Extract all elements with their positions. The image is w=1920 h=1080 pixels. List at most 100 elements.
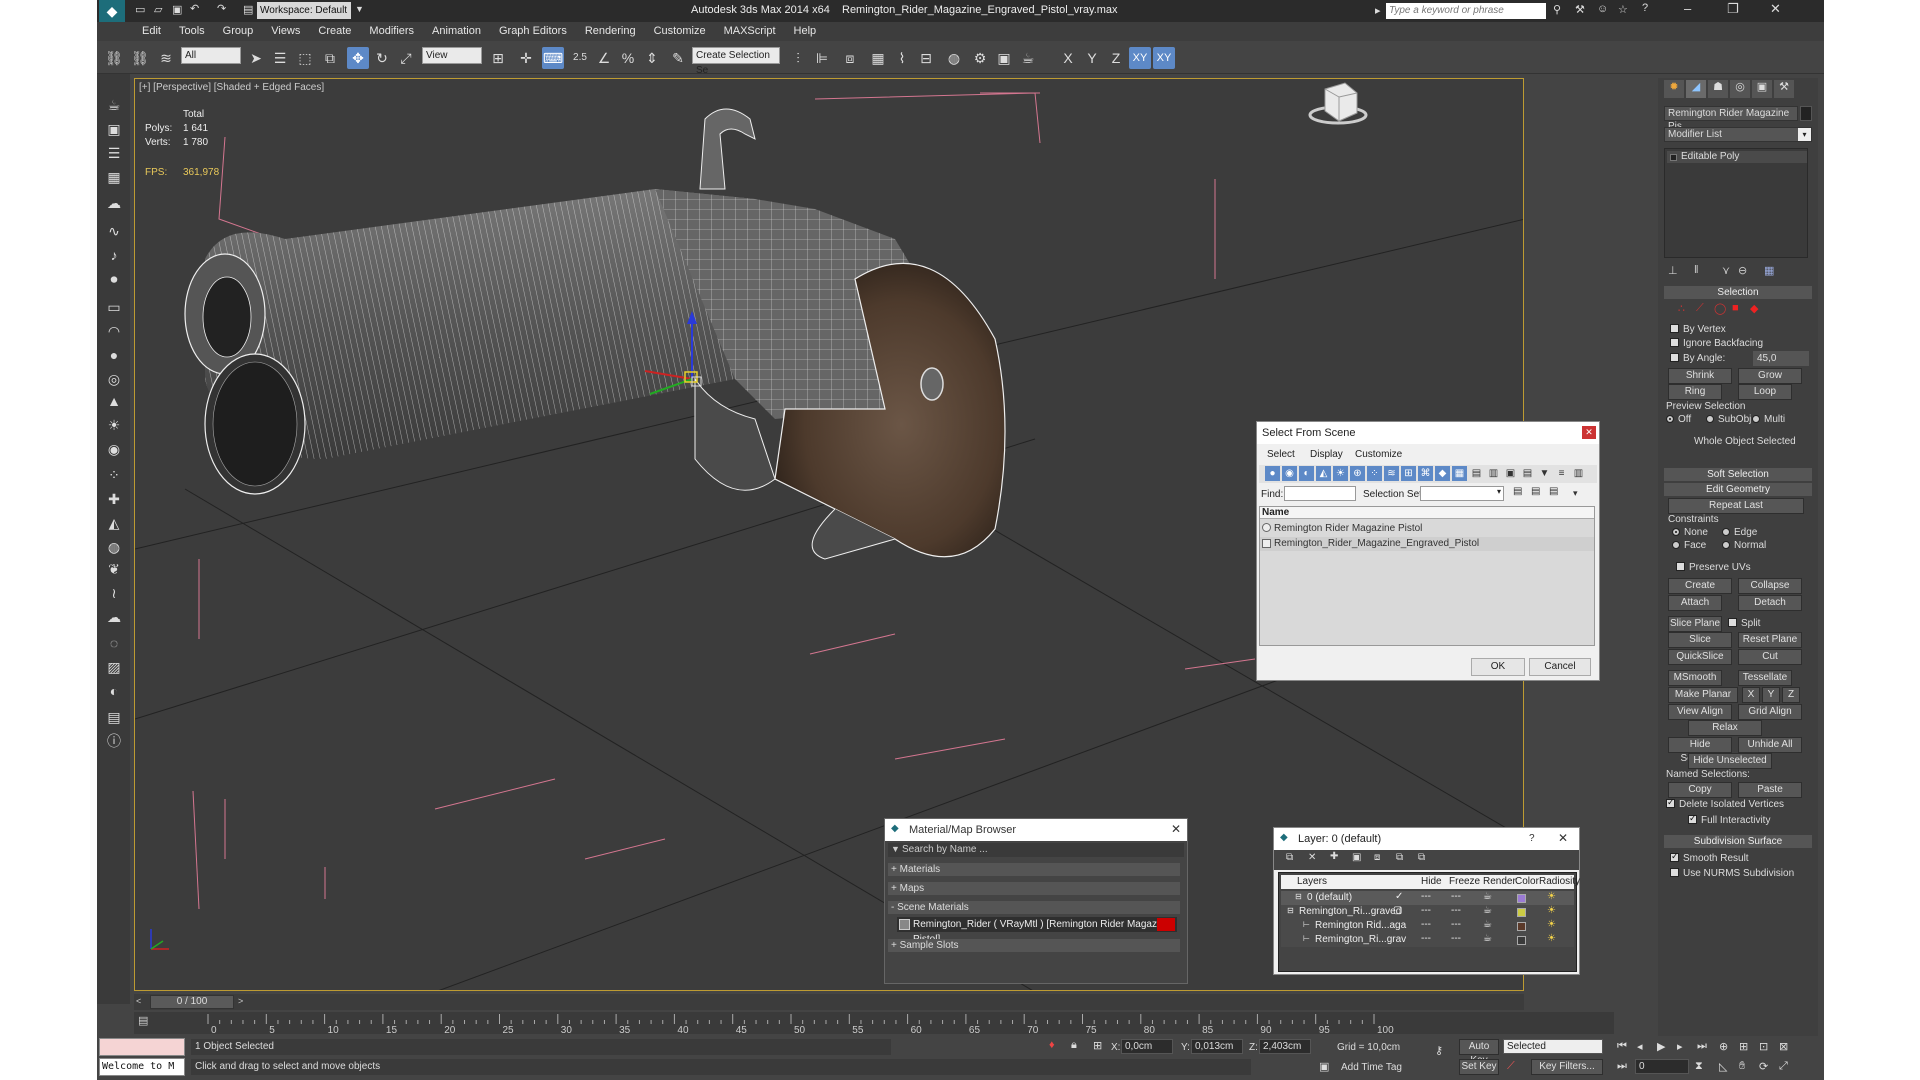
snake-icon[interactable]: ∿: [103, 220, 125, 242]
render-teapot-icon[interactable]: ☕: [1483, 933, 1492, 944]
col-freeze[interactable]: Freeze: [1449, 876, 1480, 887]
transform-mode-icon[interactable]: ⊞: [1093, 1039, 1102, 1052]
collapse-button[interactable]: Collapse: [1738, 578, 1802, 594]
new-file-icon[interactable]: ▭: [135, 3, 145, 16]
info-icon[interactable]: ⓘ: [103, 730, 125, 752]
hide-selected-button[interactable]: Hide Selected: [1668, 737, 1732, 764]
filter-icon-19[interactable]: ▥: [1571, 466, 1586, 481]
make-unique-icon[interactable]: ⋎: [1722, 264, 1730, 277]
schematic-view-icon[interactable]: ⊟: [915, 47, 937, 69]
sel-set-arrow-icon[interactable]: ▾: [1573, 488, 1578, 499]
select-rotate-icon[interactable]: ↻: [371, 47, 393, 69]
filter-icon-17[interactable]: ▼: [1537, 466, 1552, 481]
minimize-icon[interactable]: –: [1684, 1, 1691, 16]
render-teapot-icon[interactable]: ☕: [1483, 891, 1492, 902]
layer-expand-icon[interactable]: ⊢: [1303, 920, 1310, 929]
menu-item-modifiers[interactable]: Modifiers: [360, 22, 423, 37]
reset-plane-button[interactable]: Reset Plane: [1738, 632, 1802, 648]
browser-close-icon[interactable]: ✕: [1171, 822, 1181, 836]
preserve-uvs-option[interactable]: Preserve UVs: [1676, 562, 1751, 573]
filter-icon-11[interactable]: ◆: [1435, 466, 1450, 481]
next-frame-icon[interactable]: >: [238, 996, 243, 1006]
set-key-icon[interactable]: ⟋: [1507, 1060, 1515, 1073]
attach-button[interactable]: Attach: [1668, 595, 1722, 611]
filter-icon-9[interactable]: ⊞: [1401, 466, 1416, 481]
search-input[interactable]: Type a keyword or phrase: [1386, 3, 1546, 19]
section-sample-slots[interactable]: + Sample Slots: [888, 939, 1180, 952]
max-logo-icon[interactable]: ◆: [99, 0, 125, 22]
col-color[interactable]: Color: [1515, 876, 1539, 887]
open-file-icon[interactable]: ▱: [154, 3, 162, 16]
filter-icon-14[interactable]: ▥: [1486, 466, 1501, 481]
col-layers[interactable]: Layers: [1297, 876, 1327, 887]
list-item[interactable]: Remington Rider Magazine Pistol: [1260, 522, 1594, 536]
split-option[interactable]: Split: [1728, 618, 1760, 629]
search-options-icon[interactable]: ▼: [891, 844, 900, 854]
geosphere-icon[interactable]: ◉: [103, 438, 125, 460]
loop-button[interactable]: Loop: [1738, 384, 1792, 400]
axis-x-button[interactable]: X: [1057, 47, 1079, 69]
layer-expand-icon[interactable]: ⊟: [1295, 892, 1302, 901]
pin-stack-icon[interactable]: ⊥: [1668, 264, 1678, 277]
filter-icon-4[interactable]: ◭: [1316, 466, 1331, 481]
maxscript-mini-listener[interactable]: Welcome to M: [99, 1058, 185, 1076]
view-cube[interactable]: [1308, 82, 1368, 125]
ring-button[interactable]: Ring: [1668, 384, 1722, 400]
tools-icon[interactable]: ⚒: [1575, 3, 1585, 16]
maximize-icon[interactable]: ❐: [1727, 1, 1739, 17]
layer-color-swatch[interactable]: [1517, 908, 1526, 917]
key-mode-icon[interactable]: ⚷: [1435, 1044, 1443, 1057]
filter-icon-2[interactable]: ◉: [1282, 466, 1297, 481]
layer-expand-icon[interactable]: ⊢: [1303, 934, 1310, 943]
selection-filter-dropdown[interactable]: All: [181, 47, 241, 64]
y-coord-field[interactable]: 0,013cm: [1191, 1039, 1243, 1054]
constraint-edge-radio[interactable]: Edge: [1722, 527, 1757, 538]
grid-icon[interactable]: ▦: [103, 166, 125, 188]
tab-select[interactable]: Select: [1267, 449, 1295, 460]
layer-expand-icon[interactable]: ⊟: [1287, 906, 1294, 915]
filter-icon-12[interactable]: ▦: [1452, 466, 1467, 481]
unlink-icon[interactable]: ⛓: [129, 47, 151, 69]
hide-toggle[interactable]: ---: [1421, 905, 1431, 916]
hide-toggle[interactable]: ---: [1421, 933, 1431, 944]
workspace-dropdown[interactable]: Workspace: Default ▾: [257, 2, 351, 33]
object-name-field[interactable]: Remington Rider Magazine Pis: [1664, 106, 1798, 132]
edge-icon[interactable]: ⟋: [1696, 302, 1704, 315]
named-selection-dropdown[interactable]: Create Selection Se: [692, 47, 780, 76]
pan-icon[interactable]: ✋︎: [1739, 1060, 1745, 1073]
cut-button[interactable]: Cut: [1738, 649, 1802, 665]
menu-item-tools[interactable]: Tools: [170, 22, 214, 37]
tab-customize[interactable]: Customize: [1355, 449, 1402, 460]
teapot-icon[interactable]: ☕: [103, 94, 125, 116]
time-slider-thumb[interactable]: 0 / 100: [150, 995, 234, 1009]
pivot-center-icon[interactable]: ⊞: [487, 47, 509, 69]
by-vertex-option[interactable]: By Vertex: [1670, 324, 1726, 335]
layer-color-swatch[interactable]: [1517, 894, 1526, 903]
help-icon[interactable]: ?: [1642, 2, 1648, 14]
browser-header[interactable]: Material/Map Browser: [885, 819, 1187, 841]
time-config-icon[interactable]: ⧗: [1695, 1060, 1703, 1073]
dome-icon[interactable]: ◠: [103, 320, 125, 342]
modifier-list-dropdown[interactable]: Modifier List ▾: [1664, 127, 1812, 142]
prev-frame-icon[interactable]: <: [136, 996, 141, 1006]
redo-icon[interactable]: ↷: [217, 2, 226, 15]
dialog-close-button[interactable]: ✕: [1582, 426, 1596, 439]
percent-snap-icon[interactable]: %: [617, 47, 639, 69]
create-button[interactable]: Create: [1668, 578, 1732, 594]
camera-icon[interactable]: ◭: [103, 512, 125, 534]
freeze-all-icon[interactable]: ⧉: [1418, 852, 1425, 863]
z-coord-field[interactable]: 2,403cm: [1259, 1039, 1311, 1054]
edit-geometry-rollout[interactable]: Edit Geometry: [1664, 483, 1812, 496]
render-icon[interactable]: ☕: [1017, 47, 1039, 69]
smooth-result-option[interactable]: Smooth Result: [1670, 851, 1749, 864]
filter-icon-15[interactable]: ▣: [1503, 466, 1518, 481]
particles-icon[interactable]: ⁘: [103, 464, 125, 486]
helper-icon[interactable]: ✚: [103, 488, 125, 510]
highlight-layer-icon[interactable]: ⧈: [1374, 852, 1380, 863]
sound-icon[interactable]: ♪: [103, 244, 125, 266]
menu-item-edit[interactable]: Edit: [133, 22, 170, 37]
soft-selection-rollout[interactable]: Soft Selection: [1664, 468, 1812, 481]
hide-toggle[interactable]: ---: [1421, 919, 1431, 930]
tab-display[interactable]: Display: [1310, 449, 1343, 460]
table-row[interactable]: ⊟ 0 (default) ✓ --- --- ☕ ☀: [1281, 891, 1574, 905]
